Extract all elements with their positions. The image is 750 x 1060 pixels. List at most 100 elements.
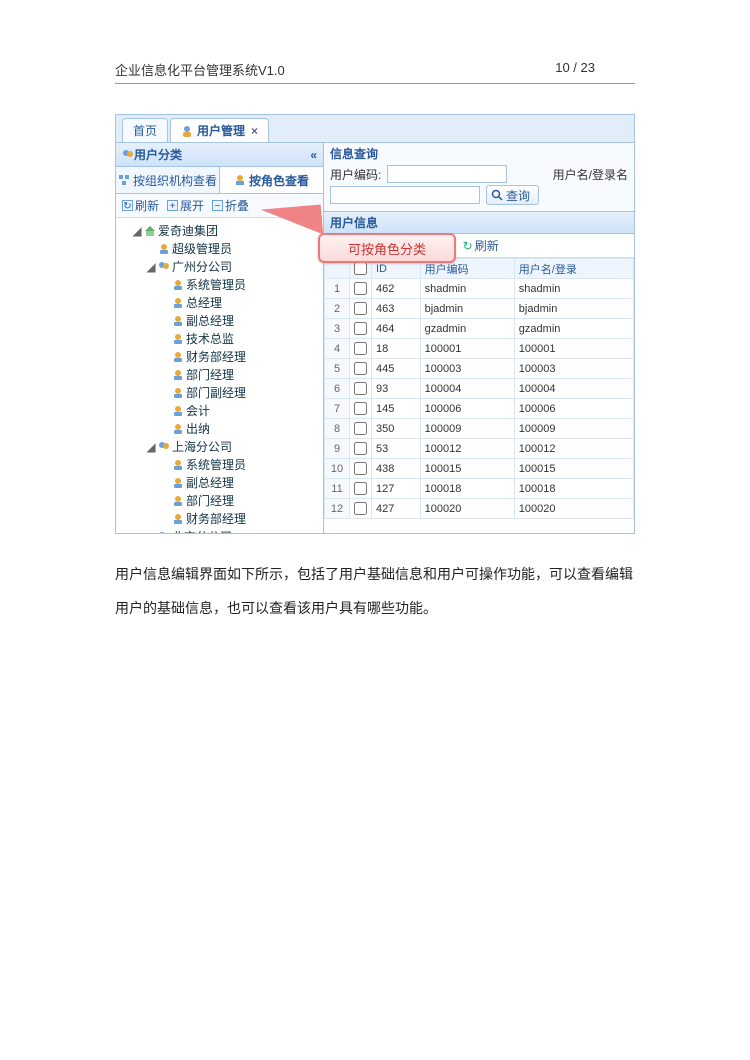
- tree-role[interactable]: 超级管理员: [146, 240, 321, 258]
- grid-cell-code: 100006: [420, 399, 514, 419]
- row-checkbox[interactable]: [354, 302, 367, 315]
- tree-branch-label: 上海分公司: [172, 438, 232, 456]
- grid-cell-rownum: 3: [325, 319, 350, 339]
- org-icon: [158, 531, 170, 533]
- row-checkbox[interactable]: [354, 382, 367, 395]
- grid-cell-id: 464: [372, 319, 421, 339]
- tree-refresh-button[interactable]: ↻刷新: [122, 197, 159, 214]
- tree-role-label: 系统管理员: [186, 456, 246, 474]
- role-icon: [172, 369, 184, 381]
- row-checkbox[interactable]: [354, 462, 367, 475]
- doc-title: 企业信息化平台管理系统V1.0: [115, 60, 285, 79]
- tree-collapse-button[interactable]: −折叠: [212, 197, 249, 214]
- grid-cell-rownum: 7: [325, 399, 350, 419]
- row-checkbox[interactable]: [354, 502, 367, 515]
- tree-role[interactable]: 财务部经理: [160, 348, 321, 366]
- tree-role[interactable]: 副总经理: [160, 474, 321, 492]
- table-row[interactable]: 1462shadminshadmin: [325, 279, 634, 299]
- role-icon: [172, 315, 184, 327]
- tree-role[interactable]: 系统管理员: [160, 276, 321, 294]
- grid-cell-code: 100003: [420, 359, 514, 379]
- tree-branch-label: 广州分公司: [172, 258, 232, 276]
- tab-home[interactable]: 首页: [122, 118, 168, 142]
- role-tree: ◢ 爱奇迪集团 超级管理员◢广州分公司系统管理员总经理副总经理技术总监财务部经理…: [116, 218, 323, 533]
- table-row[interactable]: 418100001100001: [325, 339, 634, 359]
- tree-role[interactable]: 总经理: [160, 294, 321, 312]
- chevron-icon: ◢: [146, 528, 156, 533]
- left-panel-title-bar: 用户分类 «: [116, 143, 323, 167]
- row-checkbox[interactable]: [354, 362, 367, 375]
- org-icon: [158, 441, 170, 453]
- table-row[interactable]: 10438100015100015: [325, 459, 634, 479]
- search-button[interactable]: 查询: [486, 185, 539, 205]
- refresh-icon: ↻: [463, 239, 473, 253]
- grid-cell-id: 463: [372, 299, 421, 319]
- role-icon: [172, 495, 184, 507]
- tree-role[interactable]: 部门经理: [160, 492, 321, 510]
- close-icon[interactable]: ×: [251, 119, 258, 143]
- grid-col-name[interactable]: 用户名/登录: [514, 259, 633, 279]
- tree-branch[interactable]: ◢广州分公司: [146, 258, 321, 276]
- row-checkbox[interactable]: [354, 442, 367, 455]
- tree-role[interactable]: 系统管理员: [160, 456, 321, 474]
- table-row[interactable]: 11127100018100018: [325, 479, 634, 499]
- grid-cell-name: 100020: [514, 499, 633, 519]
- grid-cell-rownum: 4: [325, 339, 350, 359]
- callout-arrow: [261, 204, 323, 239]
- row-checkbox[interactable]: [354, 322, 367, 335]
- row-checkbox[interactable]: [354, 422, 367, 435]
- tree-expand-button[interactable]: +展开: [167, 197, 204, 214]
- grid-cell-rownum: 5: [325, 359, 350, 379]
- refresh-icon: ↻: [122, 200, 133, 211]
- table-row[interactable]: 12427100020100020: [325, 499, 634, 519]
- users-icon: [122, 149, 134, 161]
- tree-role-label: 部门经理: [186, 492, 234, 510]
- grid-refresh-button[interactable]: ↻刷新: [463, 237, 499, 254]
- row-checkbox[interactable]: [354, 402, 367, 415]
- table-row[interactable]: 8350100009100009: [325, 419, 634, 439]
- table-row[interactable]: 693100004100004: [325, 379, 634, 399]
- row-checkbox[interactable]: [354, 282, 367, 295]
- grid-cell-checkbox: [350, 439, 372, 459]
- tree-branch[interactable]: ◢北京分公司: [146, 528, 321, 533]
- user-grid: ID 用户编码 用户名/登录 1462shadminshadmin2463bja…: [324, 258, 634, 519]
- tree-role[interactable]: 会计: [160, 402, 321, 420]
- tree-role[interactable]: 出纳: [160, 420, 321, 438]
- grid-cell-rownum: 11: [325, 479, 350, 499]
- grid-cell-id: 445: [372, 359, 421, 379]
- minus-icon: −: [212, 200, 223, 211]
- table-row[interactable]: 2463bjadminbjadmin: [325, 299, 634, 319]
- role-icon: [234, 174, 246, 186]
- tree-role[interactable]: 财务部经理: [160, 510, 321, 528]
- search-button-label: 查询: [506, 187, 530, 204]
- grid-cell-code: 100020: [420, 499, 514, 519]
- grid-cell-id: 93: [372, 379, 421, 399]
- table-row[interactable]: 953100012100012: [325, 439, 634, 459]
- tree-role[interactable]: 部门经理: [160, 366, 321, 384]
- tree-branch[interactable]: ◢上海分公司: [146, 438, 321, 456]
- table-row[interactable]: 7145100006100006: [325, 399, 634, 419]
- row-checkbox[interactable]: [354, 482, 367, 495]
- tree-role[interactable]: 技术总监: [160, 330, 321, 348]
- grid-cell-checkbox: [350, 419, 372, 439]
- grid-cell-rownum: 1: [325, 279, 350, 299]
- tree-role[interactable]: 部门副经理: [160, 384, 321, 402]
- table-row[interactable]: 3464gzadmingzadmin: [325, 319, 634, 339]
- subtab-by-role-label: 按角色查看: [249, 172, 309, 189]
- tree-role-label: 副总经理: [186, 474, 234, 492]
- tab-home-label: 首页: [133, 119, 157, 143]
- doc-paragraph: 用户信息编辑界面如下所示，包括了用户基础信息和用户可操作功能，可以查看编辑用户的…: [115, 558, 635, 625]
- query-input-name[interactable]: [330, 186, 480, 204]
- row-checkbox[interactable]: [354, 342, 367, 355]
- query-section: 信息查询 用户编码: 用户名/登录名 查询: [324, 143, 634, 212]
- user-icon: [181, 125, 193, 137]
- table-row[interactable]: 5445100003100003: [325, 359, 634, 379]
- subtab-by-role[interactable]: 按角色查看: [220, 167, 323, 193]
- collapse-panel-icon[interactable]: «: [310, 148, 317, 162]
- role-icon: [172, 279, 184, 291]
- subtab-by-org[interactable]: 按组织机构查看: [116, 167, 220, 193]
- tree-role[interactable]: 副总经理: [160, 312, 321, 330]
- query-input-code[interactable]: [387, 165, 507, 183]
- grid-select-all[interactable]: [354, 262, 367, 275]
- tab-user-mgmt[interactable]: 用户管理 ×: [170, 118, 269, 142]
